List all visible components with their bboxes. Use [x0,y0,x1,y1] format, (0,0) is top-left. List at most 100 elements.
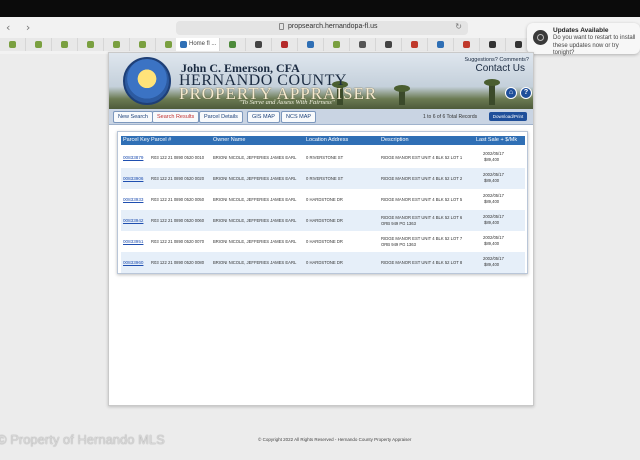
browser-tab[interactable] [0,38,26,51]
location-address: 0 HARDSTONE DR [306,260,343,265]
last-sale-price: $89,400 [484,178,500,183]
county-seal-logo [123,57,171,105]
parcel-number: R03 122 21 0890 0520 0050 [151,197,205,202]
table-row[interactable]: 00833879 R03 122 21 0890 0520 0010 BRION… [121,147,525,168]
favicon-icon [180,41,187,48]
favicon-icon [515,41,522,48]
parcel-key-link[interactable]: 00833906 [123,176,143,181]
parcel-key-link[interactable]: 00833960 [123,260,143,265]
owner-name: BRIONI NICOLE, JEFFERIES JAMES EARL [213,176,297,181]
home-icon[interactable]: ⌂ [505,87,517,99]
browser-tab[interactable] [298,38,324,51]
owner-name: BRIONI NICOLE, JEFFERIES JAMES EARL [213,155,297,160]
ncs-map-button[interactable]: NCS MAP [281,111,317,123]
browser-tab[interactable] [220,38,246,51]
last-sale-date: 2002/05/17 [483,172,504,177]
tab-title: Home fl ... [189,41,217,47]
last-sale-date: 2002/05/17 [483,193,504,198]
address-bar[interactable]: propsearch.hernandopa-fl.us ↻ [176,21,468,35]
results-table-header: Parcel Key Parcel # Owner Name Location … [121,136,525,145]
last-sale-price: $89,400 [484,199,500,204]
results-panel: Parcel Key Parcel # Owner Name Location … [117,131,528,274]
favicon-icon [113,41,120,48]
download-print-button[interactable]: Download/Print [489,112,527,121]
last-sale-date: 2002/05/17 [483,256,504,261]
parcel-key-link[interactable]: 00833942 [123,218,143,223]
location-address: 0 RIVERSTONE ST [306,155,344,160]
location-address: 0 RIVERSTONE ST [306,176,344,181]
table-row[interactable]: 00833906 R03 122 21 0890 0520 0020 BRION… [121,168,525,189]
last-sale-date: 2002/05/17 [483,235,504,240]
favicon-icon [437,41,444,48]
update-notification[interactable]: Updates Available Do you want to restart… [527,23,640,56]
browser-tab[interactable] [246,38,272,51]
parcel-details-button[interactable]: Parcel Details [199,111,243,123]
parcel-number: R03 122 21 0890 0520 0020 [151,176,205,181]
property-appraiser-page: John C. Emerson, CFA HERNANDO COUNTY PRO… [108,52,534,406]
parcel-key-link[interactable]: 00833879 [123,155,143,160]
contact-us-link[interactable]: Contact Us [476,63,525,74]
help-icon[interactable]: ? [520,87,532,99]
url-text[interactable]: propsearch.hernandopa-fl.us [288,23,378,30]
location-address: 0 HARDSTONE DR [306,218,343,223]
browser-tab-active[interactable]: Home fl ... [176,38,220,51]
new-search-button[interactable]: New Search [113,111,153,123]
column-header[interactable]: Parcel # [151,137,171,143]
tagline: "To Serve and Assess With Fairness" [239,99,335,106]
owner-name: BRIONI NICOLE, JEFFERIES JAMES EARL [213,218,297,223]
last-sale-price: $89,400 [484,220,500,225]
browser-tab[interactable] [402,38,428,51]
copyright-text: © Copyright 2022 All Rights Reserved - H… [258,437,412,442]
description-line2: ORB 949 PG 1363 [381,242,416,247]
search-results-button[interactable]: Search Results [152,111,200,123]
parcel-number: R03 122 21 0890 0520 0070 [151,239,205,244]
parcel-key-link[interactable]: 00833933 [123,197,143,202]
browser-tab[interactable] [130,38,156,51]
owner-name: BRIONI NICOLE, JEFFERIES JAMES EARL [213,260,297,265]
browser-tab[interactable] [376,38,402,51]
browser-tab[interactable] [454,38,480,51]
browser-tab[interactable] [428,38,454,51]
browser-tab[interactable] [350,38,376,51]
browser-nav-arrows[interactable]: ‹ › [6,21,36,34]
favicon-icon [165,41,172,48]
description-line2: ORB 949 PG 1363 [381,221,416,226]
favicon-icon [87,41,94,48]
browser-tab[interactable] [324,38,350,51]
parcel-number: R03 122 21 0890 0520 0080 [151,260,205,265]
parcel-key-link[interactable]: 00833951 [123,239,143,244]
record-count: 1 to 6 of 6 Total Records [423,114,478,120]
palm-tree-decoration [394,85,410,105]
browser-tab[interactable] [272,38,298,51]
last-sale-price: $89,400 [484,157,500,162]
parcel-number: R03 122 21 0890 0520 0060 [151,218,205,223]
last-sale-price: $89,400 [484,262,500,267]
browser-tab[interactable] [78,38,104,51]
table-row[interactable]: 00833960 R03 122 21 0890 0520 0080 BRION… [121,252,525,273]
column-header[interactable]: Last Sale + $/Mk [476,137,517,143]
gis-map-button[interactable]: GIS MAP [247,111,280,123]
description: RIDGE MANOR EST UNIT 4 BLK 52 LOT 5 [381,197,463,202]
favicon-icon [489,41,496,48]
favicon-icon [255,41,262,48]
browser-tab[interactable] [104,38,130,51]
software-update-icon [533,30,548,45]
description: RIDGE MANOR EST UNIT 4 BLK 52 LOT 2 [381,176,463,181]
table-row[interactable]: 00833942 R03 122 21 0890 0520 0060 BRION… [121,210,525,231]
favicon-icon [35,41,42,48]
location-address: 0 HARDSTONE DR [306,239,343,244]
lock-icon [279,23,284,30]
owner-name: BRIONI NICOLE, JEFFERIES JAMES EARL [213,197,297,202]
favicon-icon [281,41,288,48]
table-row[interactable]: 00833933 R03 122 21 0890 0520 0050 BRION… [121,189,525,210]
column-header[interactable]: Description [381,137,409,143]
browser-tab[interactable] [52,38,78,51]
column-header[interactable]: Owner Name [213,137,245,143]
reload-icon[interactable]: ↻ [455,22,462,31]
column-header[interactable]: Location Address [306,137,348,143]
column-header[interactable]: Parcel Key [123,137,150,143]
browser-tab[interactable] [26,38,52,51]
browser-tab[interactable] [480,38,506,51]
table-row[interactable]: 00833951 R03 122 21 0890 0520 0070 BRION… [121,231,525,252]
description: RIDGE MANOR EST UNIT 4 BLK 52 LOT 1 [381,155,463,160]
